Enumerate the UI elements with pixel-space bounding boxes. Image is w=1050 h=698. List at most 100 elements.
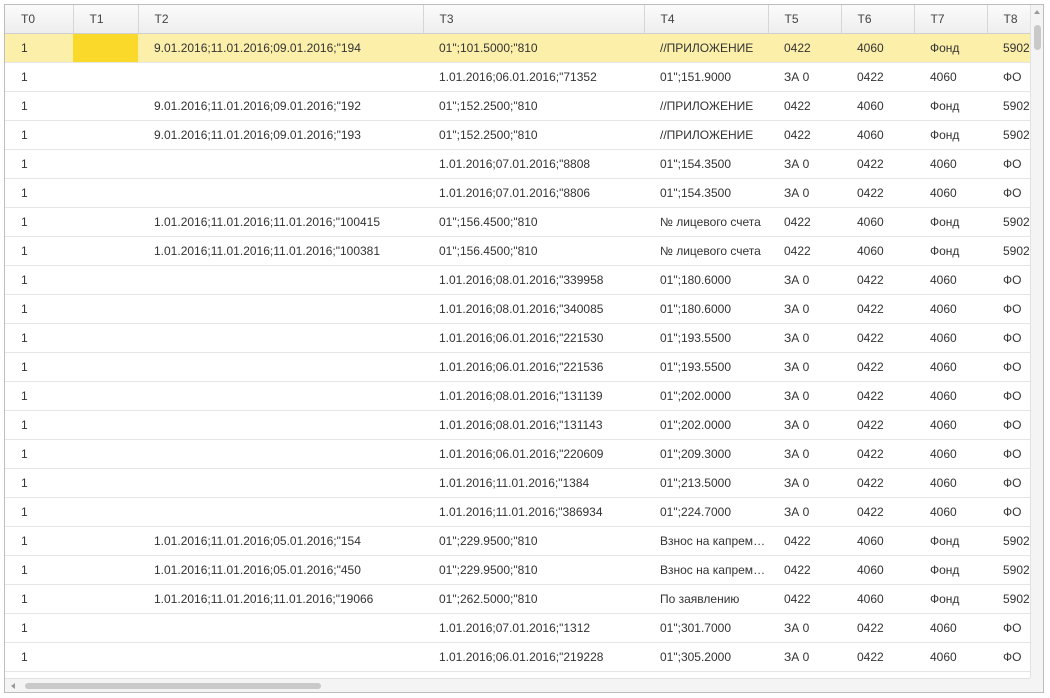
cell-t2[interactable] [138,294,423,324]
column-header-t2[interactable]: T2 [138,5,424,34]
cell-t8[interactable]: ФО [987,265,1031,295]
scroll-left-arrow-icon[interactable] [11,683,15,689]
cell-t6[interactable]: 0422 [841,149,914,179]
cell-t6[interactable]: 4060 [841,526,914,556]
cell-t0[interactable]: 1 [5,526,73,556]
cell-t6[interactable]: 0422 [841,439,914,469]
cell-t8[interactable]: ФО [987,468,1031,498]
cell-t6[interactable]: 0422 [841,323,914,353]
cell-t3[interactable]: 1.01.2016;08.01.2016;"131139 [423,381,644,411]
cell-t1[interactable] [73,33,138,63]
column-header-t4[interactable]: T4 [644,5,769,34]
column-header-t8[interactable]: T8 [987,5,1031,34]
cell-t5[interactable]: 0422 [768,207,841,237]
cell-t5[interactable]: 0422 [768,555,841,585]
cell-t5[interactable]: ЗА 0 [768,642,841,672]
cell-t5[interactable]: 0422 [768,526,841,556]
cell-t5[interactable]: ЗА 0 [768,410,841,440]
cell-t1[interactable] [73,236,138,266]
cell-t0[interactable]: 1 [5,642,73,672]
cell-t0[interactable]: 1 [5,91,73,121]
cell-t2[interactable] [138,352,423,382]
vertical-scrollbar[interactable] [1030,5,1043,678]
cell-t4[interactable]: //ПРИЛОЖЕНИЕ [644,33,768,63]
cell-t5[interactable]: ЗА 0 [768,381,841,411]
table-row[interactable]: 1 9.01.2016;11.01.2016;09.01.2016;"194 01"… [5,33,1031,63]
cell-t8[interactable]: 5902 [987,526,1031,556]
cell-t8[interactable]: 5902 [987,555,1031,585]
cell-t2[interactable] [138,323,423,353]
cell-t4[interactable]: 01";224.7000 [644,497,768,527]
cell-t3[interactable]: 1.01.2016;06.01.2016;"71352 [423,62,644,92]
cell-t1[interactable] [73,526,138,556]
cell-t2[interactable] [138,439,423,469]
cell-t0[interactable]: 1 [5,352,73,382]
cell-t6[interactable]: 0422 [841,468,914,498]
cell-t0[interactable]: 1 [5,120,73,150]
cell-t4[interactable]: № лицевого счета [644,207,768,237]
cell-t6[interactable]: 0422 [841,178,914,208]
cell-t4[interactable]: 01";213.5000 [644,468,768,498]
cell-t0[interactable]: 1 [5,33,73,63]
cell-t6[interactable]: 0422 [841,497,914,527]
column-header-t7[interactable]: T7 [914,5,988,34]
cell-t6[interactable]: 0422 [841,613,914,643]
cell-t8[interactable]: ФО [987,178,1031,208]
cell-t0[interactable]: 1 [5,468,73,498]
cell-t1[interactable] [73,584,138,614]
cell-t2[interactable]: 1.01.2016;11.01.2016;05.01.2016;"450 [138,555,423,585]
cell-t4[interactable]: 01";154.3500 [644,149,768,179]
cell-t7[interactable]: 4060 [914,352,987,382]
cell-t2[interactable] [138,410,423,440]
cell-t7[interactable]: Фонд [914,91,987,121]
column-header-t0[interactable]: T0 [5,5,74,34]
cell-t2[interactable] [138,62,423,92]
cell-t8[interactable]: ФО [987,613,1031,643]
cell-t3[interactable]: 01";152.2500;"810 [423,91,644,121]
table-row[interactable]: 1 9.01.2016;11.01.2016;09.01.2016;"192 01"… [5,91,1031,121]
table-row[interactable]: 1 1.01.2016;11.01.2016;05.01.2016;"154 01"… [5,526,1031,556]
cell-t2[interactable]: 1.01.2016;11.01.2016;11.01.2016;"100415 [138,207,423,237]
cell-t4[interactable]: Взнос на капремонт [644,526,768,556]
cell-t8[interactable]: ФО [987,381,1031,411]
cell-t2[interactable] [138,265,423,295]
cell-t8[interactable]: ФО [987,497,1031,527]
cell-t1[interactable] [73,410,138,440]
cell-t7[interactable]: Фонд [914,236,987,266]
cell-t5[interactable]: ЗА 0 [768,265,841,295]
cell-t8[interactable]: ФО [987,294,1031,324]
cell-t6[interactable]: 4060 [841,207,914,237]
cell-t3[interactable]: 1.01.2016;07.01.2016;"8806 [423,178,644,208]
cell-t6[interactable]: 0422 [841,381,914,411]
cell-t1[interactable] [73,468,138,498]
cell-t2[interactable] [138,613,423,643]
cell-t7[interactable]: Фонд [914,120,987,150]
cell-t8[interactable]: ФО [987,439,1031,469]
cell-t4[interactable]: 01";180.6000 [644,294,768,324]
cell-t4[interactable]: //ПРИЛОЖЕНИЕ [644,120,768,150]
cell-t5[interactable]: ЗА 0 [768,352,841,382]
cell-t5[interactable]: ЗА 0 [768,323,841,353]
cell-t0[interactable]: 1 [5,613,73,643]
cell-t3[interactable]: 01";262.5000;"810 [423,584,644,614]
column-header-t6[interactable]: T6 [841,5,915,34]
cell-t4[interactable]: 01";193.5500 [644,352,768,382]
cell-t1[interactable] [73,439,138,469]
cell-t6[interactable]: 0422 [841,410,914,440]
table-row[interactable]: 1 1.01.2016;11.01.2016;"1384 01";213.5000 З… [5,468,1031,498]
cell-t6[interactable]: 0422 [841,62,914,92]
cell-t0[interactable]: 1 [5,584,73,614]
cell-t0[interactable]: 1 [5,497,73,527]
cell-t4[interactable]: 01";202.0000 [644,410,768,440]
cell-t3[interactable]: 01";229.9500;"810 [423,526,644,556]
cell-t0[interactable]: 1 [5,207,73,237]
horizontal-scroll-thumb[interactable] [25,683,321,689]
cell-t7[interactable]: 4060 [914,439,987,469]
cell-t0[interactable]: 1 [5,149,73,179]
cell-t1[interactable] [73,497,138,527]
cell-t2[interactable]: 1.01.2016;11.01.2016;11.01.2016;"100381 [138,236,423,266]
cell-t1[interactable] [73,555,138,585]
cell-t0[interactable]: 1 [5,62,73,92]
cell-t7[interactable]: Фонд [914,207,987,237]
cell-t5[interactable]: 0422 [768,33,841,63]
